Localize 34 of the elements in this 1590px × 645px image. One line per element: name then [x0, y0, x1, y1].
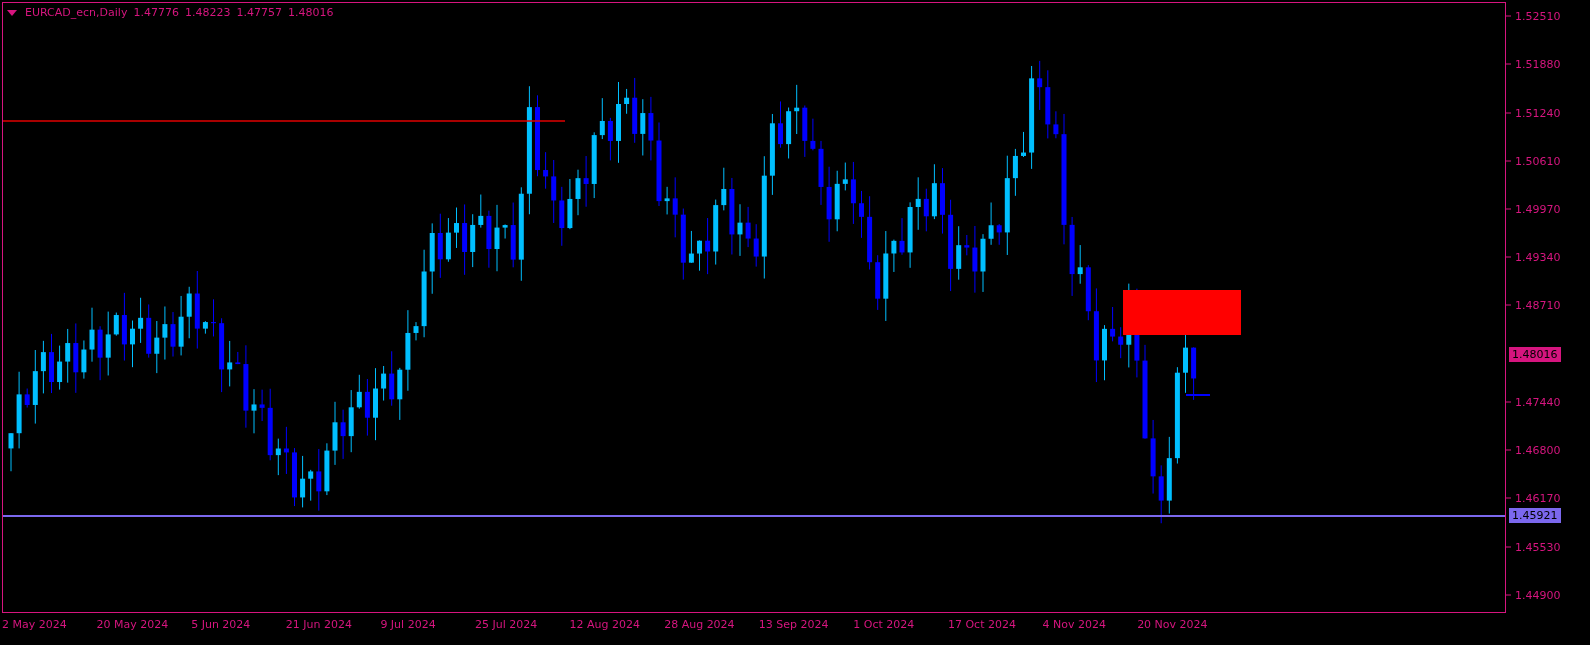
price-marker-line [1185, 394, 1211, 396]
ohlc-value: 1.47776 [133, 6, 179, 19]
date-label: 9 Jul 2024 [380, 618, 437, 631]
price-label: 1.48710 [1515, 298, 1561, 312]
price-label: 1.47440 [1515, 395, 1561, 409]
price-label: 1.44900 [1515, 588, 1561, 602]
date-label: 1 Oct 2024 [853, 618, 916, 631]
price-label: 1.50610 [1515, 154, 1561, 168]
date-label: 13 Sep 2024 [758, 618, 830, 631]
ohlc-value: 1.48223 [184, 6, 231, 19]
price-label: 1.51240 [1515, 106, 1561, 120]
date-label: 2 May 2024 [2, 618, 68, 631]
support-price-label: 1.45921 [1509, 508, 1561, 523]
price-label: 1.46800 [1515, 443, 1561, 457]
date-label: 17 Oct 2024 [947, 618, 1017, 631]
chart-symbol: EURCAD_ecn,Daily [25, 6, 128, 19]
date-label: 25 Jul 2024 [474, 618, 539, 631]
date-label: 12 Aug 2024 [569, 618, 642, 631]
price-label: 1.46170 [1515, 491, 1561, 505]
date-label: 20 May 2024 [96, 618, 170, 631]
date-label: 4 Nov 2024 [1042, 618, 1107, 631]
ohlc-value: 1.48016 [287, 6, 334, 19]
price-label: 1.49970 [1515, 202, 1561, 216]
current-price-label: 1.48016 [1509, 347, 1561, 362]
date-label: 20 Nov 2024 [1137, 618, 1209, 631]
date-label: 28 Aug 2024 [664, 618, 736, 631]
ohlc-value: 1.47757 [236, 6, 282, 19]
price-label: 1.45530 [1515, 540, 1561, 554]
dropdown-triangle-icon[interactable] [7, 9, 17, 16]
price-label: 1.52510 [1515, 9, 1561, 23]
date-label: 21 Jun 2024 [285, 618, 353, 631]
price-label: 1.51880 [1515, 57, 1561, 71]
price-label: 1.49340 [1515, 250, 1561, 264]
date-label: 5 Jun 2024 [191, 618, 252, 631]
